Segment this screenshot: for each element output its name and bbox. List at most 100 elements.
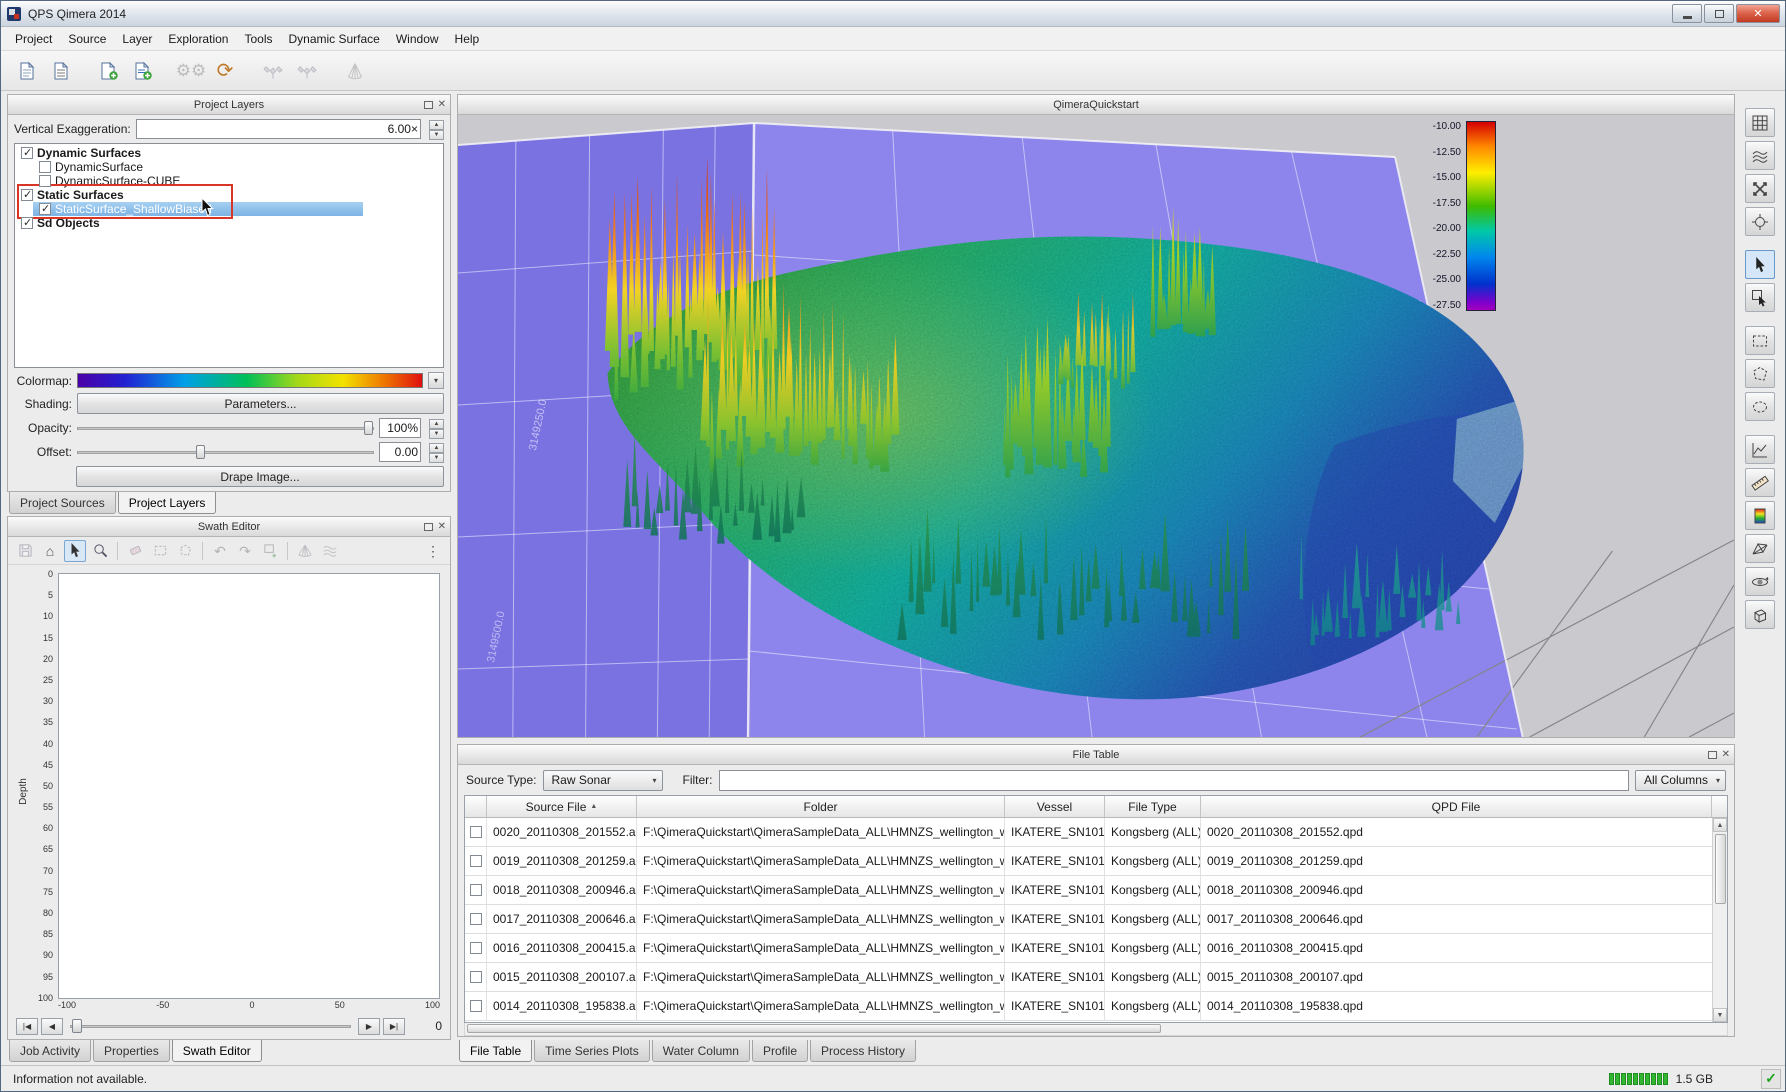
vertical-scrollbar[interactable]: ▲ ▼ bbox=[1712, 818, 1727, 1022]
opacity-slider[interactable] bbox=[77, 420, 374, 436]
polygon-select-button[interactable] bbox=[1745, 359, 1775, 388]
add-raw-sonar-files-button[interactable] bbox=[93, 55, 125, 87]
tree-item[interactable]: Static Surfaces bbox=[15, 188, 443, 202]
columns-select[interactable]: All Columns ▾ bbox=[1635, 770, 1726, 791]
colormap-dropdown[interactable]: ▾ bbox=[428, 372, 444, 389]
open-project-button[interactable] bbox=[45, 55, 77, 87]
rotate-3d-button[interactable] bbox=[1745, 600, 1775, 629]
polygon-select-button[interactable] bbox=[174, 540, 196, 562]
table-row[interactable]: 0018_20110308_200946.all F:\QimeraQuicks… bbox=[465, 876, 1727, 905]
dock-tab[interactable]: Profile bbox=[752, 1040, 808, 1062]
maximize-button[interactable] bbox=[1704, 4, 1734, 23]
file-checkbox[interactable] bbox=[470, 855, 482, 867]
pick-tool-button[interactable] bbox=[1745, 283, 1775, 312]
undo-button[interactable]: ↶ bbox=[209, 540, 231, 562]
ping-slider[interactable] bbox=[70, 1019, 351, 1033]
dock-tab[interactable]: Project Layers bbox=[118, 492, 217, 514]
swath-plot-canvas[interactable] bbox=[58, 573, 440, 999]
horizontal-scrollbar[interactable] bbox=[464, 1023, 1728, 1036]
reprocess-button[interactable]: ⟳ bbox=[209, 55, 241, 87]
select-all-column[interactable] bbox=[465, 796, 487, 817]
file-checkbox[interactable] bbox=[470, 884, 482, 896]
table-row[interactable]: 0019_20110308_201259.all F:\QimeraQuicks… bbox=[465, 847, 1727, 876]
float-panel-icon[interactable] bbox=[1708, 751, 1717, 759]
next-ping-button[interactable]: ▶ bbox=[358, 1018, 380, 1035]
table-row[interactable]: 0015_20110308_200107.all F:\QimeraQuicks… bbox=[465, 963, 1727, 992]
dock-tab[interactable]: Time Series Plots bbox=[534, 1040, 650, 1062]
eraser-tool-button[interactable] bbox=[124, 540, 146, 562]
surface-layers-button[interactable] bbox=[1745, 141, 1775, 170]
dock-tab[interactable]: Job Activity bbox=[9, 1040, 91, 1062]
column-vessel[interactable]: Vessel bbox=[1005, 796, 1105, 817]
last-ping-button[interactable]: ▶| bbox=[383, 1018, 405, 1035]
shading-parameters-button[interactable]: Parameters... bbox=[77, 393, 444, 414]
tree-item[interactable]: StaticSurface_ShallowBiased bbox=[33, 202, 363, 216]
ellipse-select-button[interactable] bbox=[1745, 392, 1775, 421]
file-checkbox[interactable] bbox=[470, 1000, 482, 1012]
file-checkbox[interactable] bbox=[470, 942, 482, 954]
beam-display-button[interactable] bbox=[294, 540, 316, 562]
column-source-file[interactable]: Source File▲ bbox=[487, 796, 637, 817]
table-row[interactable]: 0017_20110308_200646.all F:\QimeraQuicks… bbox=[465, 905, 1727, 934]
opacity-stepper[interactable]: ▲▼ bbox=[429, 419, 444, 437]
satellite-config-button[interactable] bbox=[291, 55, 323, 87]
close-panel-icon[interactable]: ✕ bbox=[438, 99, 446, 110]
menu-item[interactable]: Exploration bbox=[160, 29, 236, 49]
close-panel-icon[interactable]: ✕ bbox=[438, 521, 446, 532]
processing-settings-button[interactable]: ⚙⚙ bbox=[175, 55, 207, 87]
opacity-value-field[interactable]: 100% bbox=[379, 418, 421, 438]
layer-checkbox[interactable] bbox=[39, 175, 51, 187]
offset-stepper[interactable]: ▲▼ bbox=[429, 443, 444, 461]
column-folder[interactable]: Folder bbox=[637, 796, 1005, 817]
tree-item[interactable]: DynamicSurface-CUBE bbox=[33, 174, 443, 188]
dock-tab[interactable]: Process History bbox=[810, 1040, 916, 1062]
satellite-tool-button[interactable] bbox=[257, 55, 289, 87]
menu-item[interactable]: Project bbox=[7, 29, 60, 49]
vertical-exaggeration-stepper[interactable]: ▲▼ bbox=[429, 120, 444, 138]
colormap-settings-button[interactable] bbox=[1745, 501, 1775, 530]
menu-item[interactable]: Window bbox=[388, 29, 447, 49]
home-view-button[interactable]: ⌂ bbox=[39, 540, 61, 562]
column-file-type[interactable]: File Type bbox=[1105, 796, 1201, 817]
scroll-up-icon[interactable]: ▲ bbox=[1713, 818, 1727, 832]
close-button[interactable]: ✕ bbox=[1736, 4, 1780, 23]
drape-image-button[interactable]: Drape Image... bbox=[76, 466, 444, 487]
menu-item[interactable]: Layer bbox=[114, 29, 160, 49]
file-checkbox[interactable] bbox=[470, 913, 482, 925]
zoom-extents-button[interactable] bbox=[1745, 174, 1775, 203]
layer-checkbox[interactable] bbox=[21, 217, 33, 229]
measure-tool-button[interactable] bbox=[1745, 468, 1775, 497]
layer-checkbox[interactable] bbox=[21, 189, 33, 201]
layer-checkbox[interactable] bbox=[39, 203, 51, 215]
scrollbar-thumb[interactable] bbox=[467, 1024, 1161, 1033]
file-checkbox[interactable] bbox=[470, 971, 482, 983]
pointer-tool-button[interactable] bbox=[64, 540, 86, 562]
add-region-button[interactable] bbox=[259, 540, 281, 562]
layer-checkbox[interactable] bbox=[39, 161, 51, 173]
rect-select-button[interactable] bbox=[1745, 326, 1775, 355]
table-row[interactable]: 0020_20110308_201552.all F:\QimeraQuicks… bbox=[465, 818, 1727, 847]
tree-item[interactable]: DynamicSurface bbox=[33, 160, 443, 174]
layer-checkbox[interactable] bbox=[21, 147, 33, 159]
add-processed-files-button[interactable] bbox=[127, 55, 159, 87]
toolbar-overflow-button[interactable]: ⋮ bbox=[422, 540, 444, 562]
save-button[interactable] bbox=[14, 540, 36, 562]
first-ping-button[interactable]: |◀ bbox=[16, 1018, 38, 1035]
dock-tab[interactable]: Water Column bbox=[652, 1040, 750, 1062]
dock-tab[interactable]: Project Sources bbox=[9, 492, 116, 514]
mesh-display-button[interactable] bbox=[1745, 534, 1775, 563]
create-project-button[interactable] bbox=[11, 55, 43, 87]
source-type-select[interactable]: Raw Sonar ▾ bbox=[543, 770, 663, 791]
tree-item[interactable]: Sd Objects bbox=[15, 216, 443, 230]
zoom-tool-button[interactable] bbox=[89, 540, 111, 562]
rect-select-button[interactable] bbox=[149, 540, 171, 562]
prev-ping-button[interactable]: ◀ bbox=[41, 1018, 63, 1035]
scene-3d-view[interactable]: 3149250.0 3149500.0 bbox=[458, 115, 1734, 737]
orbit-view-button[interactable] bbox=[1745, 567, 1775, 596]
float-panel-icon[interactable] bbox=[424, 101, 433, 109]
close-panel-icon[interactable]: ✕ bbox=[1722, 749, 1730, 760]
menu-item[interactable]: Tools bbox=[236, 29, 280, 49]
filter-input[interactable] bbox=[719, 770, 1629, 791]
pointer-tool-button[interactable] bbox=[1745, 250, 1775, 279]
menu-item[interactable]: Dynamic Surface bbox=[280, 29, 387, 49]
